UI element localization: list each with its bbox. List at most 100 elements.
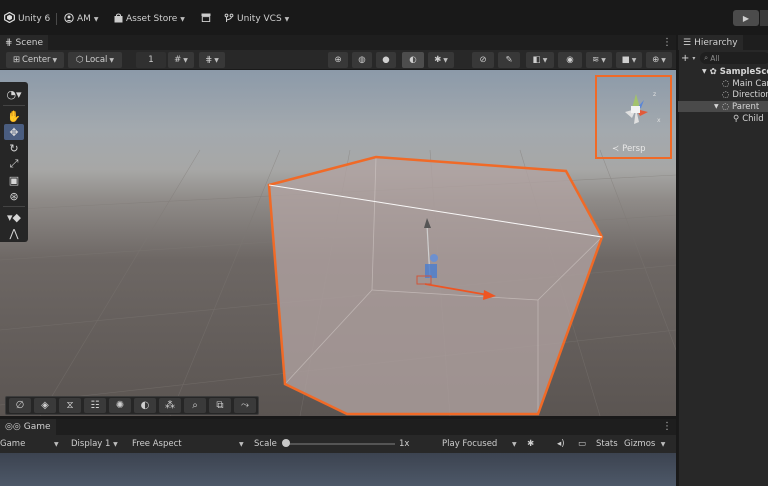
keyboard-icon: ▭ bbox=[578, 439, 587, 449]
aspect-dropdown[interactable]: Free Aspect bbox=[132, 438, 182, 450]
gameobject-icon: ⚲ bbox=[733, 113, 740, 124]
pivot-mode-dropdown[interactable]: ⊞ Center ▼ bbox=[6, 52, 64, 68]
asset-store-button[interactable]: Asset Store ▼ bbox=[114, 12, 185, 26]
keyboard-shortcuts-button[interactable]: ▭ bbox=[578, 438, 586, 450]
shaded-wire-sphere-icon: ◐ bbox=[409, 55, 417, 65]
tab-scene[interactable]: ⋕ Scene bbox=[0, 35, 48, 50]
search-icon: ⌕ bbox=[192, 400, 198, 411]
camera-preview-button[interactable]: ⧉ bbox=[209, 398, 231, 413]
game-view-dropdown[interactable]: Game bbox=[0, 438, 25, 450]
hand-tool-button[interactable]: ✋ bbox=[4, 108, 24, 124]
scale-slider-handle[interactable] bbox=[282, 439, 290, 447]
scene-grid-and-objects bbox=[0, 149, 676, 416]
hierarchy-item-parent[interactable]: ▼ ◌ Parent bbox=[678, 101, 768, 112]
grid-snap-value-field[interactable]: 1 bbox=[136, 52, 166, 68]
perspective-icon: ≺ bbox=[612, 144, 620, 154]
shaded-button[interactable]: ● bbox=[376, 52, 396, 68]
chevron-down-icon: ▼ bbox=[284, 15, 290, 23]
shopping-bag-icon bbox=[114, 13, 123, 26]
lighting-toggle-button[interactable]: ✎ bbox=[498, 52, 520, 68]
move-tool-button[interactable]: ✥ bbox=[4, 124, 24, 140]
view-options-dropdown[interactable]: ◔▾ bbox=[4, 86, 24, 102]
gizmos-dropdown[interactable]: Gizmos ▼ bbox=[624, 438, 665, 450]
pivot-rotation-dropdown[interactable]: ⬡ Local ▼ bbox=[68, 52, 122, 68]
hidden-objects-dropdown[interactable]: ≋ ▼ bbox=[586, 52, 612, 68]
stats-button[interactable]: Stats bbox=[596, 438, 618, 450]
camera-projection-toggle[interactable]: ≺ Persp bbox=[612, 144, 646, 154]
unity-menu[interactable]: Unity 6 bbox=[4, 11, 50, 26]
account-button[interactable]: AM ▼ bbox=[64, 12, 99, 26]
camera-preview-icon: ⧉ bbox=[216, 400, 224, 411]
scale-tool-button[interactable]: ⤢ bbox=[4, 156, 24, 172]
hierarchy-item-child[interactable]: ⚲ Child bbox=[733, 113, 764, 124]
2d-toggle-button[interactable]: ⊘ bbox=[472, 52, 494, 68]
archive-icon bbox=[201, 13, 211, 25]
hierarchy-item-samplescene[interactable]: ▼ ✿ SampleScene bbox=[702, 66, 768, 77]
search-button[interactable]: ⌕ bbox=[184, 398, 206, 413]
package-icon-button[interactable] bbox=[201, 12, 211, 26]
grid-icon: # bbox=[174, 55, 182, 65]
scene-tab-bar: ⋕ Scene ⋮ bbox=[0, 35, 676, 50]
light-probe-button[interactable]: ✺ bbox=[109, 398, 131, 413]
transform-tool-button[interactable]: ⊛ bbox=[4, 188, 24, 204]
hierarchy-item-main-camera[interactable]: ◌ Main Camera bbox=[722, 78, 768, 89]
occlusion-button[interactable]: ◐ bbox=[134, 398, 156, 413]
debug-draw-dropdown[interactable]: ✱ ▼ bbox=[428, 52, 454, 68]
cube-tool-icon: ▾◆ bbox=[7, 210, 21, 224]
effects-toggle-button[interactable]: ◉ bbox=[558, 52, 582, 68]
search-icon: ⌕ bbox=[704, 53, 709, 62]
speaker-icon: ◂) bbox=[557, 439, 565, 449]
gizmos-dropdown[interactable]: ⊕ ▼ bbox=[646, 52, 672, 68]
scale-value: 1x bbox=[399, 439, 410, 449]
pause-button[interactable] bbox=[760, 10, 768, 26]
scene-more-menu-icon[interactable]: ⋮ bbox=[662, 35, 672, 50]
probe-button[interactable]: ◈ bbox=[34, 398, 56, 413]
grid-icon: ⋕ bbox=[5, 37, 13, 48]
camera-icon: ■ bbox=[621, 55, 630, 65]
2d-icon: ⊘ bbox=[479, 55, 487, 65]
scene-viewport[interactable]: ◔▾ ✋ ✥ ↻ ⤢ ▣ ⊛ ▾◆ ⋀ z x bbox=[0, 70, 676, 416]
trail-button[interactable]: ⤳ bbox=[234, 398, 256, 413]
custom-tool-dropdown[interactable]: ▾◆ bbox=[4, 209, 24, 225]
game-viewport[interactable] bbox=[0, 453, 676, 486]
cube-icon: ⬡ bbox=[75, 55, 84, 65]
rect-transform-icon: ▣ bbox=[8, 173, 20, 187]
display-dropdown[interactable]: Display 1 ▼ bbox=[71, 438, 118, 450]
bug-icon: ✱ bbox=[434, 55, 442, 65]
wireframe-shading-button[interactable]: ◍ bbox=[352, 52, 372, 68]
component-tool-button[interactable]: ⋀ bbox=[4, 225, 24, 241]
eye-icon: ◉ bbox=[566, 55, 574, 65]
snap-increment-button[interactable]: ⋕ ▼ bbox=[199, 52, 225, 68]
shaded-wireframe-button[interactable]: ◐ bbox=[402, 52, 424, 68]
navmesh-button[interactable]: ☷ bbox=[84, 398, 106, 413]
snap-toggle-button[interactable]: ∅ bbox=[9, 398, 31, 413]
add-object-button[interactable]: + ▾ bbox=[681, 53, 695, 64]
rect-tool-button[interactable]: ▣ bbox=[4, 172, 24, 188]
gameobject-icon: ◌ bbox=[722, 89, 730, 100]
hierarchy-search-input[interactable]: ⌕ All bbox=[700, 52, 768, 64]
tab-game[interactable]: ◎◎ Game bbox=[0, 419, 56, 435]
particle-button[interactable]: ⁂ bbox=[159, 398, 181, 413]
particle-icon: ⁂ bbox=[165, 400, 175, 411]
hierarchy-item-directional-light[interactable]: ◌ Directional Light bbox=[722, 89, 768, 100]
mute-audio-button[interactable]: ◂) bbox=[557, 438, 565, 450]
gameobject-icon: ◌ bbox=[722, 78, 730, 89]
version-control-button[interactable]: Unity VCS ▼ bbox=[224, 12, 289, 26]
grid-toggle-button[interactable]: # ▼ bbox=[168, 52, 194, 68]
tab-hierarchy[interactable]: ☰ Hierarchy bbox=[678, 35, 743, 50]
game-more-menu-icon[interactable]: ⋮ bbox=[662, 419, 672, 434]
chevron-down-icon: ▼ bbox=[54, 440, 59, 448]
scale-slider-track[interactable] bbox=[289, 443, 395, 445]
gamepad-icon: ◎◎ bbox=[5, 422, 21, 432]
probe-icon: ◈ bbox=[41, 400, 49, 411]
camera-settings-dropdown[interactable]: ■ ▼ bbox=[616, 52, 642, 68]
play-button[interactable]: ▶ bbox=[733, 10, 759, 26]
hourglass-button[interactable]: ⧖ bbox=[59, 398, 81, 413]
rotate-icon: ↻ bbox=[9, 141, 19, 155]
play-mode-dropdown[interactable]: Play Focused bbox=[442, 438, 497, 450]
draw-mode-button[interactable]: ⊕ bbox=[328, 52, 348, 68]
chevron-down-icon: ▼ bbox=[239, 440, 244, 448]
frame-debugger-button[interactable]: ✱ bbox=[527, 438, 534, 450]
rotate-tool-button[interactable]: ↻ bbox=[4, 140, 24, 156]
audio-toggle-button[interactable]: ◧ ▼ bbox=[526, 52, 554, 68]
